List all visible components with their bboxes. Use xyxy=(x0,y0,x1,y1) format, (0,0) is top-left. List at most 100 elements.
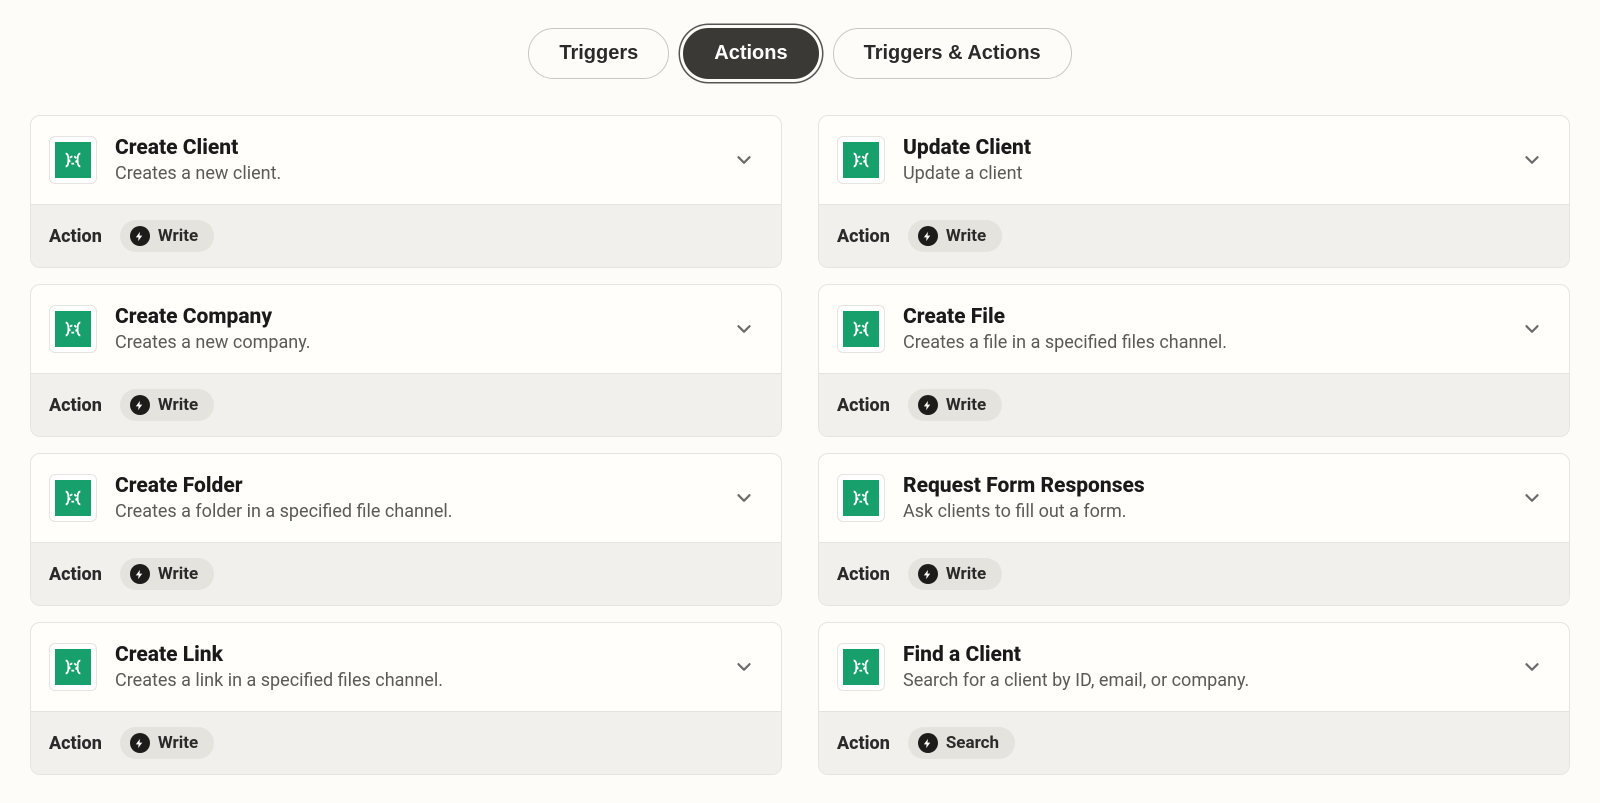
chip-label: Search xyxy=(946,733,999,753)
app-icon xyxy=(843,142,879,178)
card-footer: Action Search xyxy=(819,711,1569,774)
card-header[interactable]: Create Client Creates a new client. xyxy=(31,116,781,204)
app-icon xyxy=(843,311,879,347)
chip-label: Write xyxy=(946,226,986,246)
action-card: Create Company Creates a new company. Ac… xyxy=(30,284,782,437)
card-text: Create Company Creates a new company. xyxy=(115,305,715,353)
app-icon-wrap xyxy=(837,643,885,691)
app-icon xyxy=(843,480,879,516)
action-card: Update Client Update a client Action Wri… xyxy=(818,115,1570,268)
card-footer: Action Write xyxy=(31,373,781,436)
card-title: Create Client xyxy=(115,136,715,160)
card-footer: Action Write xyxy=(819,542,1569,605)
card-title: Update Client xyxy=(903,136,1503,160)
chevron-down-icon xyxy=(733,656,755,678)
bolt-icon xyxy=(130,733,150,753)
action-type-chip: Write xyxy=(120,558,214,590)
chevron-down-icon xyxy=(1521,656,1543,678)
card-footer: Action Write xyxy=(31,542,781,605)
chevron-down-icon xyxy=(733,487,755,509)
action-type-chip: Write xyxy=(908,558,1002,590)
card-description: Creates a link in a specified files chan… xyxy=(115,670,715,691)
footer-label: Action xyxy=(49,226,102,247)
card-header[interactable]: Create File Creates a file in a specifie… xyxy=(819,285,1569,373)
card-description: Creates a new client. xyxy=(115,163,715,184)
footer-label: Action xyxy=(49,395,102,416)
bolt-icon xyxy=(918,564,938,584)
card-header[interactable]: Update Client Update a client xyxy=(819,116,1569,204)
card-description: Ask clients to fill out a form. xyxy=(903,501,1503,522)
card-title: Find a Client xyxy=(903,643,1503,667)
chevron-down-icon xyxy=(1521,318,1543,340)
chip-label: Write xyxy=(946,395,986,415)
chip-label: Write xyxy=(158,395,198,415)
tab-triggers-and-actions[interactable]: Triggers & Actions xyxy=(833,28,1072,79)
chip-label: Write xyxy=(158,226,198,246)
card-header[interactable]: Create Link Creates a link in a specifie… xyxy=(31,623,781,711)
card-description: Creates a folder in a specified file cha… xyxy=(115,501,715,522)
card-title: Create Company xyxy=(115,305,715,329)
card-title: Create Link xyxy=(115,643,715,667)
actions-grid: Create Client Creates a new client. Acti… xyxy=(30,115,1570,775)
action-card: Request Form Responses Ask clients to fi… xyxy=(818,453,1570,606)
tab-actions[interactable]: Actions xyxy=(683,28,818,79)
footer-label: Action xyxy=(837,395,890,416)
footer-label: Action xyxy=(837,564,890,585)
card-text: Create File Creates a file in a specifie… xyxy=(903,305,1503,353)
app-icon xyxy=(55,311,91,347)
chevron-down-icon xyxy=(733,149,755,171)
app-icon-wrap xyxy=(837,136,885,184)
bolt-icon xyxy=(130,395,150,415)
action-card: Find a Client Search for a client by ID,… xyxy=(818,622,1570,775)
app-icon-wrap xyxy=(49,474,97,522)
bolt-icon xyxy=(918,733,938,753)
action-type-chip: Write xyxy=(120,727,214,759)
action-card: Create File Creates a file in a specifie… xyxy=(818,284,1570,437)
card-title: Create Folder xyxy=(115,474,715,498)
action-type-chip: Write xyxy=(120,220,214,252)
footer-label: Action xyxy=(837,226,890,247)
app-icon-wrap xyxy=(49,136,97,184)
app-icon xyxy=(55,142,91,178)
card-header[interactable]: Request Form Responses Ask clients to fi… xyxy=(819,454,1569,542)
card-description: Creates a new company. xyxy=(115,332,715,353)
action-card: Create Client Creates a new client. Acti… xyxy=(30,115,782,268)
chevron-down-icon xyxy=(1521,487,1543,509)
app-icon-wrap xyxy=(49,305,97,353)
card-header[interactable]: Create Folder Creates a folder in a spec… xyxy=(31,454,781,542)
action-type-chip: Write xyxy=(908,220,1002,252)
bolt-icon xyxy=(130,226,150,246)
card-text: Create Folder Creates a folder in a spec… xyxy=(115,474,715,522)
app-icon xyxy=(843,649,879,685)
app-icon-wrap xyxy=(837,305,885,353)
chip-label: Write xyxy=(158,733,198,753)
card-description: Search for a client by ID, email, or com… xyxy=(903,670,1503,691)
card-description: Creates a file in a specified files chan… xyxy=(903,332,1503,353)
tab-triggers[interactable]: Triggers xyxy=(528,28,669,79)
card-description: Update a client xyxy=(903,163,1503,184)
card-text: Create Client Creates a new client. xyxy=(115,136,715,184)
action-card: Create Folder Creates a folder in a spec… xyxy=(30,453,782,606)
app-icon xyxy=(55,649,91,685)
card-footer: Action Write xyxy=(819,373,1569,436)
card-title: Request Form Responses xyxy=(903,474,1503,498)
app-icon xyxy=(55,480,91,516)
card-footer: Action Write xyxy=(819,204,1569,267)
card-text: Create Link Creates a link in a specifie… xyxy=(115,643,715,691)
card-header[interactable]: Create Company Creates a new company. xyxy=(31,285,781,373)
card-footer: Action Write xyxy=(31,711,781,774)
footer-label: Action xyxy=(49,733,102,754)
tab-bar: Triggers Actions Triggers & Actions xyxy=(30,28,1570,79)
chevron-down-icon xyxy=(733,318,755,340)
card-text: Request Form Responses Ask clients to fi… xyxy=(903,474,1503,522)
bolt-icon xyxy=(918,395,938,415)
app-icon-wrap xyxy=(837,474,885,522)
footer-label: Action xyxy=(837,733,890,754)
card-footer: Action Write xyxy=(31,204,781,267)
action-type-chip: Write xyxy=(908,389,1002,421)
action-type-chip: Write xyxy=(120,389,214,421)
action-type-chip: Search xyxy=(908,727,1015,759)
card-header[interactable]: Find a Client Search for a client by ID,… xyxy=(819,623,1569,711)
app-icon-wrap xyxy=(49,643,97,691)
chip-label: Write xyxy=(946,564,986,584)
